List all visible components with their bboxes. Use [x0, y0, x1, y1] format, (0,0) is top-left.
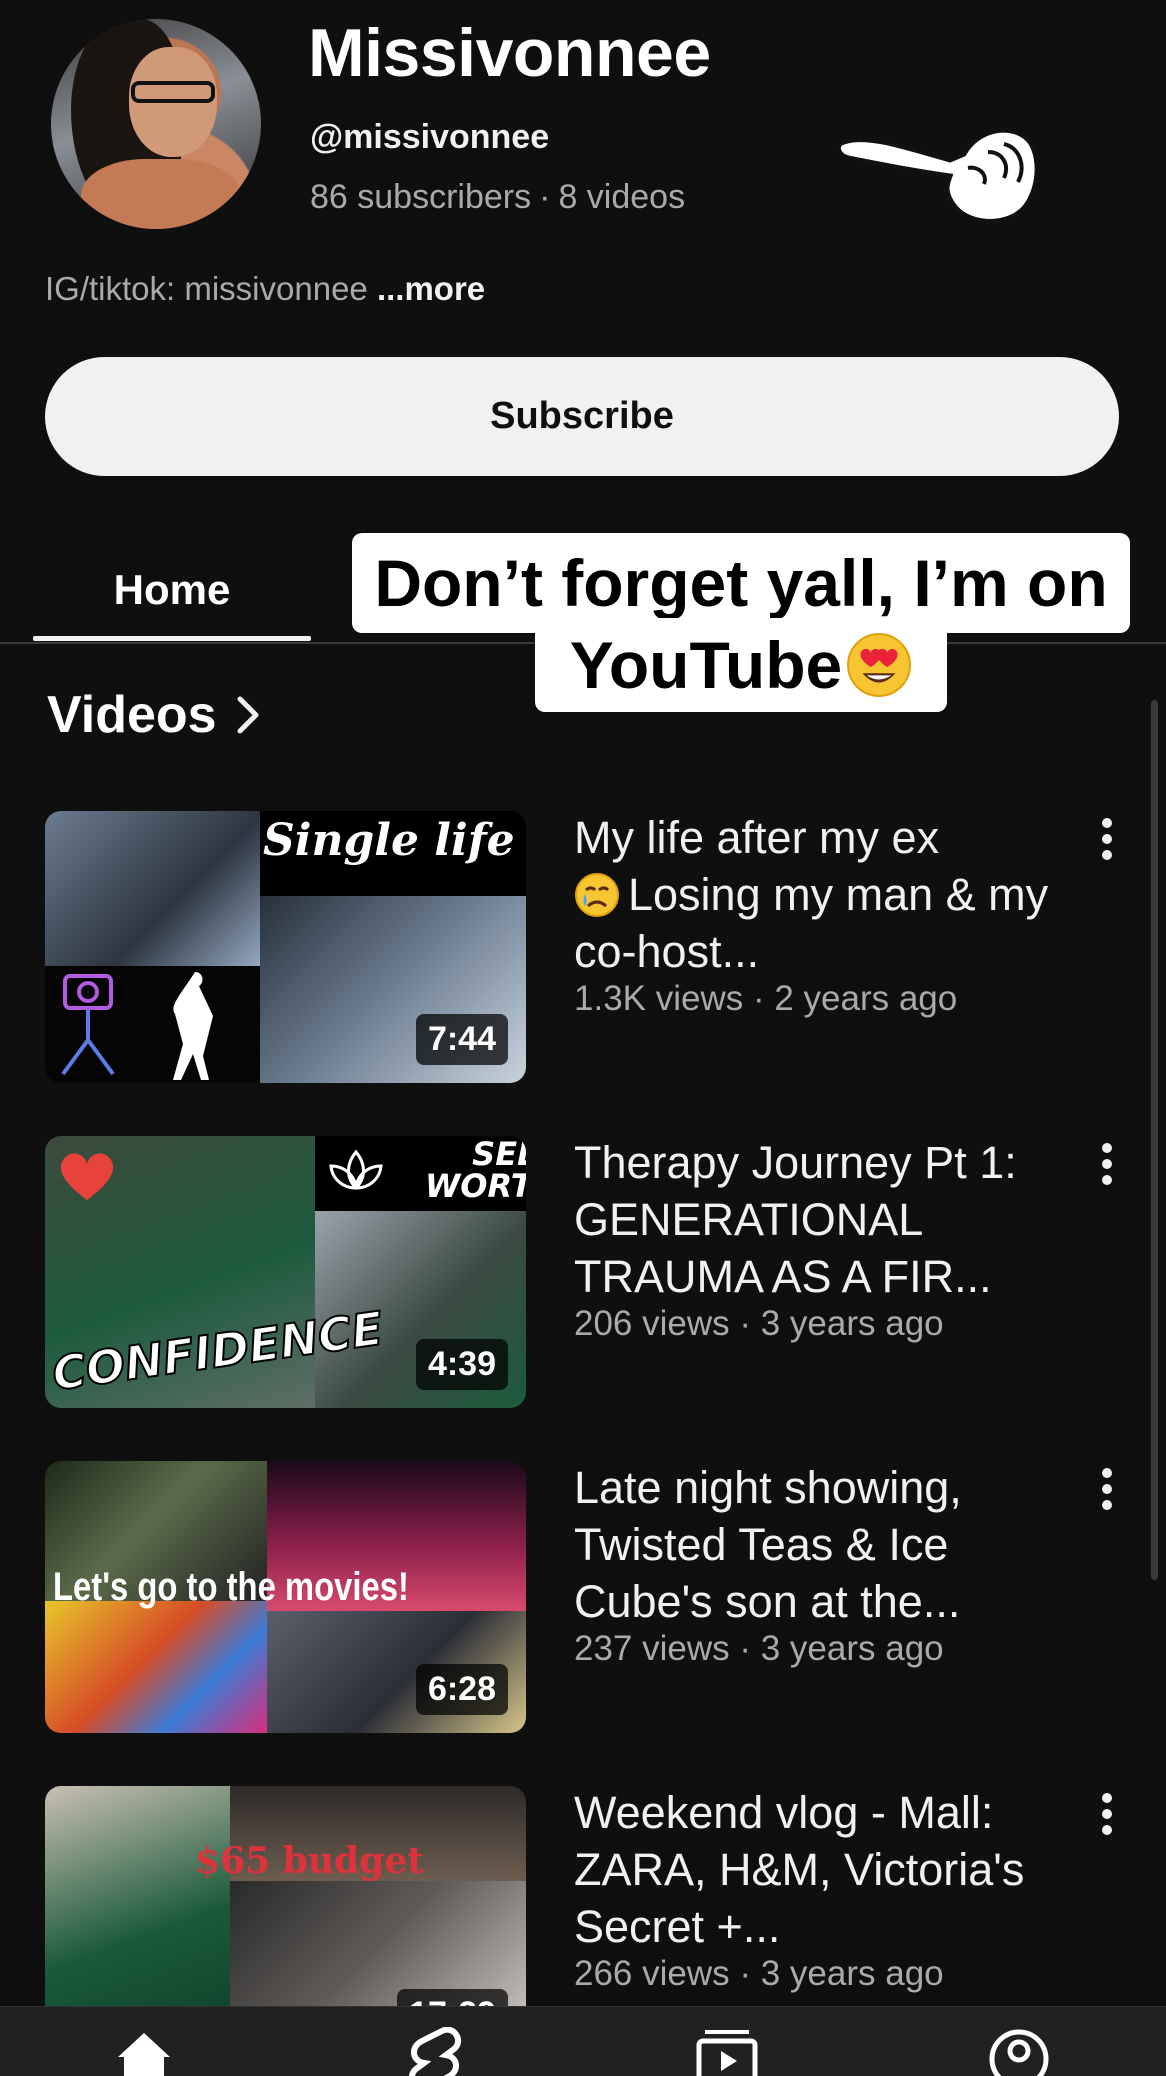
- lotus-icon: [329, 1149, 383, 1191]
- video-duration: 7:44: [415, 1014, 508, 1065]
- shorts-icon[interactable]: [402, 2027, 466, 2076]
- video-list-item[interactable]: Let's go to the movies! 6:28 Late night …: [45, 1461, 1125, 1733]
- caption-overlay-line2: YouTube: [535, 618, 947, 712]
- channel-name: Missivonnee: [308, 15, 711, 91]
- videos-section-link[interactable]: Videos: [47, 685, 261, 745]
- stats-separator: ·: [539, 178, 551, 216]
- video-thumbnail[interactable]: SELFWORTH CONFIDENCE 4:39: [45, 1136, 526, 1408]
- scrollbar[interactable]: [1151, 700, 1158, 1580]
- video-thumbnail[interactable]: Single life 7:44: [45, 811, 526, 1083]
- caption-overlay-text: YouTube: [569, 628, 843, 702]
- video-title[interactable]: Weekend vlog - Mall: ZARA, H&M, Victoria…: [574, 1786, 1054, 1955]
- channel-avatar[interactable]: [51, 19, 261, 229]
- thumbnail-panel: [45, 1601, 267, 1733]
- subscriptions-icon[interactable]: [695, 2027, 759, 2076]
- video-count: 8 videos: [558, 178, 686, 216]
- thumbnail-text: $65 budget: [195, 1840, 424, 1882]
- video-meta: 237 views · 3 years ago: [574, 1629, 944, 1668]
- more-link[interactable]: ...more: [377, 270, 485, 307]
- video-thumbnail[interactable]: Let's go to the movies! 6:28: [45, 1461, 526, 1733]
- tab-selected-indicator: [33, 636, 311, 641]
- video-list-item[interactable]: SELFWORTH CONFIDENCE 4:39 Therapy Journe…: [45, 1136, 1125, 1408]
- avatar-glasses: [131, 81, 215, 103]
- heart-eyes-emoji-icon: [847, 633, 912, 697]
- thumbnail-panel: [230, 1881, 526, 2006]
- video-list-item[interactable]: $65 budget 17:29 Weekend vlog - Mall: ZA…: [45, 1786, 1125, 2006]
- home-icon[interactable]: [112, 2027, 176, 2076]
- video-title-part: Losing my man & my co-host...: [574, 869, 1049, 977]
- thumbnail-text: Let's go to the movies!: [53, 1565, 409, 1609]
- video-thumbnail[interactable]: $65 budget 17:29: [45, 1786, 526, 2006]
- more-vert-icon[interactable]: [1095, 1467, 1119, 1511]
- video-list-item[interactable]: Single life 7:44 My life after my ex Los…: [45, 811, 1125, 1083]
- description-text: IG/tiktok: missivonnee: [45, 270, 368, 307]
- avatar-shoulders: [81, 159, 241, 229]
- channel-stats: 86 subscribers · 8 videos: [310, 178, 685, 217]
- video-duration: 17:29: [397, 1989, 508, 2006]
- video-title[interactable]: Therapy Journey Pt 1: GENERATIONAL TRAUM…: [574, 1134, 1054, 1305]
- video-meta: 266 views · 3 years ago: [574, 1954, 944, 1993]
- video-duration: 6:28: [415, 1664, 508, 1715]
- subscribe-button[interactable]: Subscribe: [45, 357, 1119, 476]
- pointing-hand-sticker: [838, 127, 1038, 224]
- bottom-navigation-bar: [0, 2006, 1166, 2076]
- more-vert-icon[interactable]: [1095, 1792, 1119, 1836]
- thumbnail-panel: [45, 811, 260, 966]
- channel-handle: @missivonnee: [310, 118, 550, 156]
- video-meta: 1.3K views · 2 years ago: [574, 979, 958, 1018]
- heart-sticker-icon: [60, 1153, 114, 1200]
- subscriber-count: 86 subscribers: [310, 178, 532, 216]
- video-title-part: My life after my ex: [574, 812, 940, 863]
- video-title[interactable]: My life after my ex Losing my man & my c…: [574, 809, 1054, 980]
- video-meta: 206 views · 3 years ago: [574, 1304, 944, 1343]
- video-duration: 4:39: [415, 1339, 508, 1390]
- video-title[interactable]: Late night showing, Twisted Teas & Ice C…: [574, 1459, 1054, 1630]
- thumbnail-panel: [45, 966, 260, 1083]
- camera-tripod-icon: [61, 972, 213, 1080]
- more-vert-icon[interactable]: [1095, 1142, 1119, 1186]
- crying-face-emoji-icon: [575, 873, 619, 917]
- channel-description[interactable]: IG/tiktok: missivonnee ...more: [45, 270, 485, 308]
- videos-heading: Videos: [47, 686, 217, 744]
- tab-home[interactable]: Home: [33, 540, 311, 640]
- chevron-right-icon: [237, 696, 259, 734]
- thumbnail-text: SELFWORTH: [425, 1136, 526, 1205]
- you-icon[interactable]: [987, 2027, 1051, 2076]
- thumbnail-text: Single life: [263, 815, 515, 866]
- thumbnail-panel: [45, 1786, 230, 2006]
- more-vert-icon[interactable]: [1095, 817, 1119, 861]
